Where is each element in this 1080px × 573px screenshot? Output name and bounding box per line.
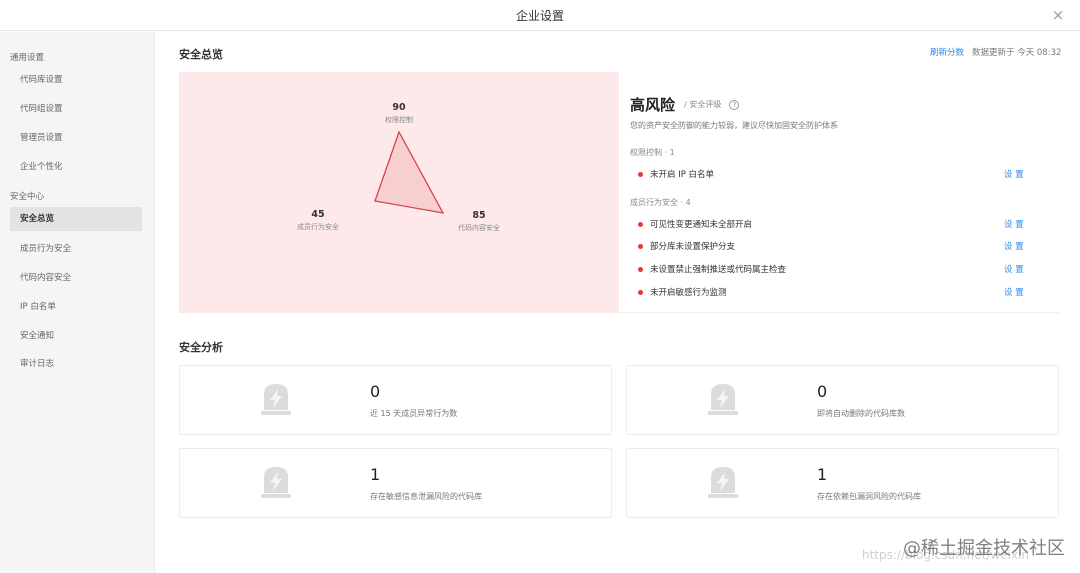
- card-value: 0: [370, 382, 381, 401]
- radar-axis-code: 85 代码内容安全: [444, 210, 514, 233]
- issue-settings-link[interactable]: 设 置: [1004, 240, 1024, 252]
- risk-dot-icon: [638, 172, 643, 177]
- sidebar-group-general: 通用设置: [10, 53, 45, 63]
- card-value: 1: [817, 465, 828, 484]
- card-label: 存在依赖包漏洞风险的代码库: [817, 492, 921, 501]
- card-label: 存在敏感信息泄漏风险的代码库: [370, 492, 482, 501]
- lightning-icon: [261, 467, 291, 498]
- updated-time: 数据更新于 今天 08:32: [972, 48, 1062, 58]
- issue-text: 部分库未设置保护分支: [650, 242, 736, 252]
- sidebar: 通用设置 代码库设置 代码组设置 管理员设置 企业个性化 安全中心 安全总览 成…: [0, 32, 155, 573]
- issue-settings-link[interactable]: 设 置: [1004, 286, 1024, 298]
- card-label: 即将自动删除的代码库数: [817, 409, 905, 418]
- card-value: 1: [370, 465, 381, 484]
- radar-axis-permission: 90 权限控制: [364, 102, 434, 125]
- radar-name-member: 成员行为安全: [297, 223, 339, 231]
- lightning-icon: [708, 384, 738, 415]
- overview-title: 安全总览: [179, 48, 223, 61]
- sidebar-item-repo-settings[interactable]: 代码库设置: [10, 68, 142, 92]
- issue-text: 未开启 IP 白名单: [650, 170, 715, 180]
- risk-level-sub: / 安全评级: [684, 100, 722, 109]
- radar-score-polygon: [374, 130, 445, 214]
- issue-text: 未设置禁止强制推送或代码属主检查: [650, 265, 787, 275]
- issue-settings-link[interactable]: 设 置: [1004, 263, 1024, 275]
- risk-level: 高风险: [630, 96, 676, 114]
- lightning-icon: [261, 384, 291, 415]
- sidebar-item-code-content[interactable]: 代码内容安全: [10, 266, 142, 290]
- issue-row: 可见性变更通知未全部开启 设 置: [630, 217, 1060, 233]
- issue-settings-link[interactable]: 设 置: [1004, 168, 1024, 180]
- sidebar-item-security-notice[interactable]: 安全通知: [10, 324, 142, 348]
- radar-axis-member: 45 成员行为安全: [283, 209, 353, 232]
- issue-text: 未开启敏感行为监测: [650, 288, 727, 298]
- radar-value-member: 45: [311, 209, 325, 220]
- help-icon[interactable]: ?: [729, 99, 740, 110]
- sidebar-item-personalization[interactable]: 企业个性化: [10, 155, 142, 179]
- radar-value-code: 85: [472, 210, 486, 221]
- sidebar-item-security-overview[interactable]: 安全总览: [10, 207, 142, 231]
- issue-row: 未设置禁止强制推送或代码属主检查 设 置: [630, 262, 1060, 278]
- radar-panel: 90 权限控制 45 成员行为安全 85 代码内容安全: [179, 72, 619, 313]
- analysis-card-sensitive-leak[interactable]: 1 存在敏感信息泄漏风险的代码库: [179, 448, 612, 518]
- category-member-behavior: 成员行为安全 · 4: [630, 198, 691, 207]
- sidebar-item-group-settings[interactable]: 代码组设置: [10, 97, 142, 121]
- analysis-title: 安全分析: [179, 341, 223, 354]
- card-value: 0: [817, 382, 828, 401]
- sidebar-item-audit-log[interactable]: 审计日志: [10, 352, 142, 376]
- risk-description: 您的资产安全防御的能力较弱，建议尽快加固安全防护体系: [630, 121, 838, 130]
- window-titlebar: 企业设置 ×: [0, 0, 1080, 31]
- window-title: 企业设置: [515, 9, 564, 23]
- card-label: 近 15 天成员异常行为数: [370, 409, 458, 418]
- issue-row: 未开启敏感行为监测 设 置: [630, 285, 1060, 301]
- sidebar-item-member-behavior[interactable]: 成员行为安全: [10, 237, 142, 261]
- issue-row: 部分库未设置保护分支 设 置: [630, 239, 1060, 255]
- security-overview-panel: 90 权限控制 45 成员行为安全 85 代码内容安全 高风险 / 安全评级 ?…: [179, 72, 1059, 313]
- issue-row: 未开启 IP 白名单 设 置: [630, 167, 1060, 183]
- risk-dot-icon: [638, 290, 643, 295]
- risk-dot-icon: [638, 244, 643, 249]
- sidebar-item-admin-settings[interactable]: 管理员设置: [10, 126, 142, 150]
- risk-dot-icon: [638, 267, 643, 272]
- risk-dot-icon: [638, 222, 643, 227]
- analysis-card-dependency-vuln[interactable]: 1 存在依赖包漏洞风险的代码库: [626, 448, 1059, 518]
- radar-value-permission: 90: [392, 102, 406, 113]
- issue-settings-link[interactable]: 设 置: [1004, 218, 1024, 230]
- risk-heading: 高风险 / 安全评级 ?: [630, 94, 740, 115]
- category-permission: 权限控制 · 1: [630, 148, 675, 157]
- watermark: @稀土掘金技术社区: [903, 538, 1065, 559]
- radar-name-permission: 权限控制: [385, 116, 413, 124]
- sidebar-item-ip-whitelist[interactable]: IP 白名单: [10, 295, 142, 319]
- close-icon[interactable]: ×: [1048, 5, 1068, 25]
- sidebar-group-security: 安全中心: [10, 192, 45, 202]
- refresh-score-link[interactable]: 刷新分数: [930, 46, 964, 58]
- analysis-card-auto-delete[interactable]: 0 即将自动删除的代码库数: [626, 365, 1059, 435]
- lightning-icon: [708, 467, 738, 498]
- radar-name-code: 代码内容安全: [458, 224, 500, 232]
- analysis-card-abnormal-behavior[interactable]: 0 近 15 天成员异常行为数: [179, 365, 612, 435]
- issue-text: 可见性变更通知未全部开启: [650, 220, 753, 230]
